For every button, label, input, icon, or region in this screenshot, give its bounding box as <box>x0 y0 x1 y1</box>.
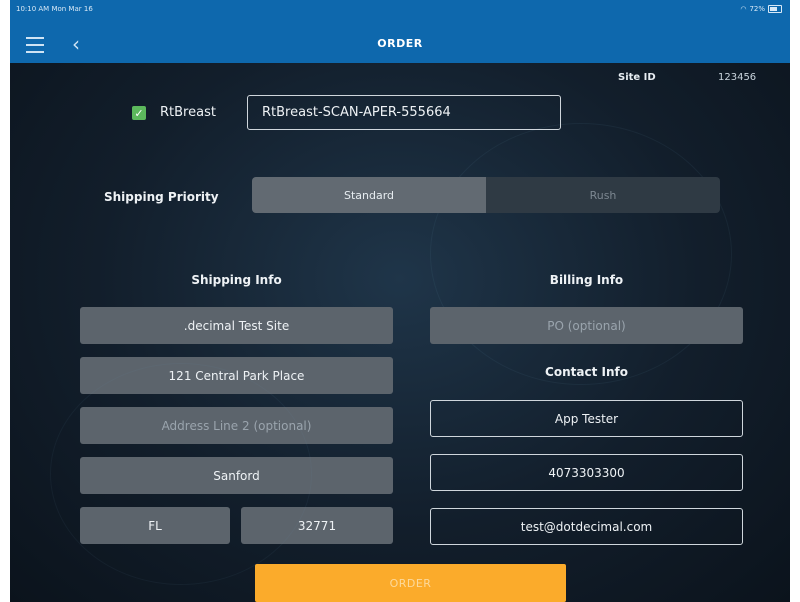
order-form: Site ID 123456 ✓ RtBreast RtBreast-SCAN-… <box>10 63 790 602</box>
status-time: 10:10 AM Mon Mar 16 <box>16 5 93 13</box>
status-bar: 10:10 AM Mon Mar 16 ◠ 72% <box>10 0 790 26</box>
contact-name-field[interactable]: App Tester <box>430 400 743 437</box>
app-frame: 10:10 AM Mon Mar 16 ◠ 72% ‹ ORDER Site I… <box>10 0 790 602</box>
nav-bar: ‹ ORDER <box>10 26 790 63</box>
wifi-icon: ◠ <box>740 5 747 13</box>
rtbreast-id-field[interactable]: RtBreast-SCAN-APER-555664 <box>247 95 561 130</box>
address-line1-field[interactable]: 121 Central Park Place <box>80 357 393 394</box>
contact-email-field[interactable]: test@dotdecimal.com <box>430 508 743 545</box>
site-name-field[interactable]: .decimal Test Site <box>80 307 393 344</box>
shipping-info-heading: Shipping Info <box>191 273 282 287</box>
contact-phone-field[interactable]: 4073303300 <box>430 454 743 491</box>
contact-info-heading: Contact Info <box>545 365 628 379</box>
zip-field[interactable]: 32771 <box>241 507 393 544</box>
shipping-priority-label: Shipping Priority <box>104 190 219 204</box>
site-id-value: 123456 <box>718 72 757 83</box>
state-field[interactable]: FL <box>80 507 230 544</box>
priority-rush-option[interactable]: Rush <box>486 177 720 213</box>
priority-standard-option[interactable]: Standard <box>252 177 486 213</box>
site-id-label: Site ID <box>618 72 656 83</box>
page-title: ORDER <box>377 37 423 50</box>
billing-info-heading: Billing Info <box>549 273 624 287</box>
shipping-priority-selector: Standard Rush <box>252 177 720 213</box>
battery-indicator: ◠ 72% <box>740 5 782 13</box>
battery-percent: 72% <box>749 5 765 13</box>
battery-icon <box>768 5 782 13</box>
rtbreast-checkbox[interactable]: ✓ <box>132 106 146 120</box>
po-field[interactable]: PO (optional) <box>430 307 743 344</box>
city-field[interactable]: Sanford <box>80 457 393 494</box>
order-button[interactable]: ORDER <box>255 564 566 602</box>
address-line2-field[interactable]: Address Line 2 (optional) <box>80 407 393 444</box>
rtbreast-label: RtBreast <box>160 105 216 120</box>
